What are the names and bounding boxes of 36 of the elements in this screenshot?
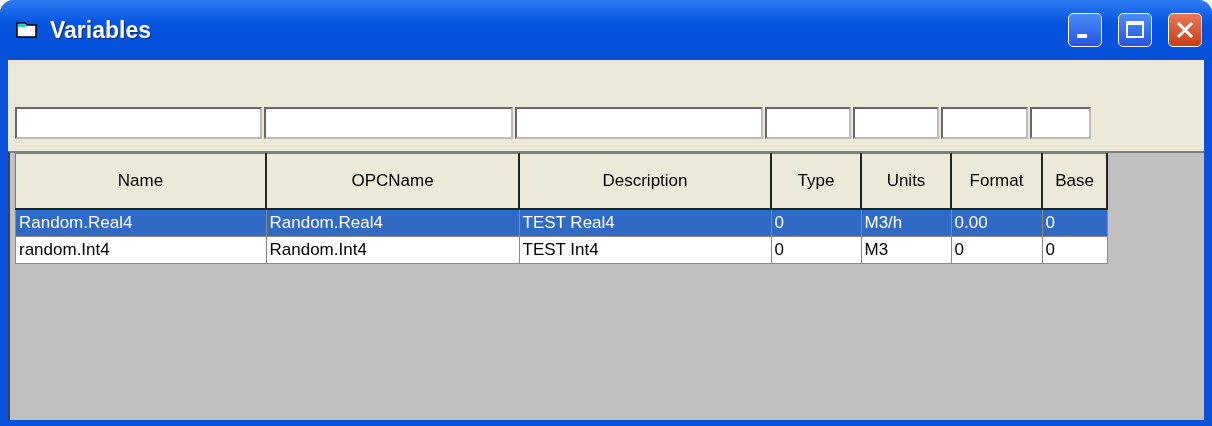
filter-field[interactable]	[941, 107, 1028, 139]
filter-field[interactable]	[264, 107, 513, 139]
minimize-button[interactable]	[1068, 13, 1102, 47]
table-cell[interactable]: 0.00	[951, 209, 1042, 237]
table-cell[interactable]: 0	[1042, 209, 1107, 237]
table-cell[interactable]: Random.Real4	[15, 209, 266, 237]
table-cell[interactable]: 0	[1042, 236, 1107, 264]
table-cell[interactable]: TEST Int4	[519, 236, 771, 264]
column-header[interactable]: OPCName	[266, 153, 519, 209]
column-header[interactable]: Description	[519, 153, 771, 209]
table-cell[interactable]: 0	[771, 209, 861, 237]
window-title: Variables	[50, 16, 153, 44]
table-cell[interactable]: TEST Real4	[519, 209, 771, 237]
table-cell[interactable]: Random.Real4	[266, 209, 519, 237]
window-icon	[16, 21, 38, 39]
table-cell[interactable]: M3	[861, 236, 951, 264]
table-cell[interactable]: Random.Int4	[266, 236, 519, 264]
filter-field[interactable]	[853, 107, 939, 139]
maximize-icon	[1125, 20, 1145, 40]
minimize-icon	[1077, 34, 1087, 38]
column-header[interactable]: Name	[15, 153, 266, 209]
table-cell[interactable]: M3/h	[861, 209, 951, 237]
column-header[interactable]: Base	[1042, 153, 1107, 209]
table-cell[interactable]: 0	[951, 236, 1042, 264]
filter-field[interactable]	[515, 107, 763, 139]
table-cell[interactable]: random.Int4	[15, 236, 266, 264]
column-header[interactable]: Units	[861, 153, 951, 209]
filter-field[interactable]	[1030, 107, 1091, 139]
filter-field[interactable]	[15, 107, 262, 139]
maximize-button[interactable]	[1118, 13, 1152, 47]
close-button[interactable]	[1168, 13, 1202, 47]
filter-field[interactable]	[765, 107, 851, 139]
column-header[interactable]: Format	[951, 153, 1042, 209]
column-header[interactable]: Type	[771, 153, 861, 209]
close-icon	[1175, 20, 1195, 40]
table-cell[interactable]: 0	[771, 236, 861, 264]
